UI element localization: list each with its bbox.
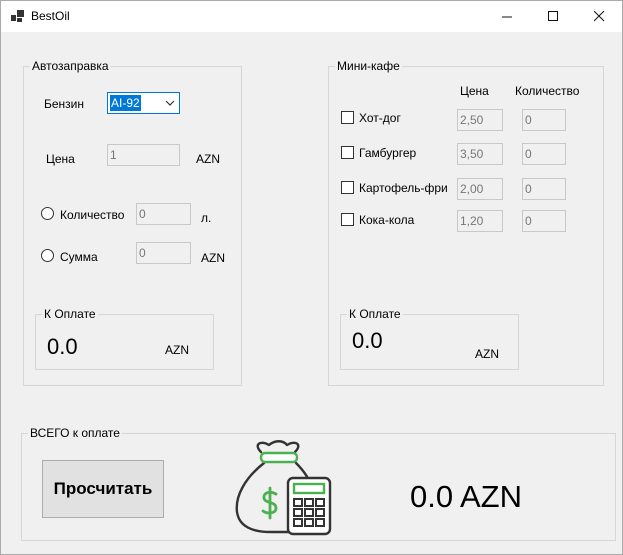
fuel-group-legend: Автозаправка (30, 59, 111, 73)
hotdog-checkbox[interactable] (341, 111, 354, 124)
grand-total-value: 0.0 AZN (410, 479, 522, 514)
fries-checkbox[interactable] (341, 181, 354, 194)
money-bag-calculator-icon (235, 440, 332, 536)
hamburger-price-field (457, 143, 503, 165)
fuel-payment-value: 0.0 (47, 334, 78, 359)
calculate-button[interactable]: Просчитать (42, 460, 164, 518)
hotdog-quantity-field[interactable] (522, 109, 566, 131)
chevron-down-icon (165, 100, 175, 106)
quantity-radio-label[interactable]: Количество (60, 208, 124, 222)
sum-radio[interactable] (41, 249, 54, 262)
maximize-icon (547, 11, 558, 21)
fuel-price-currency: AZN (196, 152, 220, 166)
sum-radio-label[interactable]: Сумма (60, 250, 98, 264)
hotdog-label[interactable]: Хот-дог (359, 111, 401, 125)
window-title: BestOil (31, 9, 70, 23)
cafe-quantity-header: Количество (515, 84, 580, 98)
hotdog-price-field (457, 109, 503, 131)
cafe-group-legend: Мини-кафе (335, 59, 402, 73)
fuel-quantity-unit: л. (201, 211, 212, 225)
quantity-radio[interactable] (41, 207, 54, 220)
maximize-button[interactable] (530, 1, 576, 32)
fuel-type-value: AI-92 (110, 95, 141, 111)
fuel-price-field (107, 144, 180, 166)
fuel-quantity-field[interactable] (136, 203, 191, 225)
minimize-button[interactable] (484, 1, 530, 32)
cola-quantity-field[interactable] (522, 210, 566, 232)
fuel-sum-currency: AZN (201, 251, 225, 265)
app-icon (11, 10, 25, 22)
fuel-type-select[interactable]: AI-92 (107, 92, 180, 114)
fuel-type-label: Бензин (44, 97, 85, 111)
cola-checkbox[interactable] (341, 213, 354, 226)
cola-price-field (457, 210, 503, 232)
cola-label[interactable]: Кока-кола (359, 213, 414, 227)
cafe-payment-value: 0.0 (352, 328, 383, 353)
hamburger-checkbox[interactable] (341, 146, 354, 159)
cafe-price-header: Цена (460, 84, 489, 98)
fuel-price-label: Цена (46, 152, 75, 166)
total-group-legend: ВСЕГО к оплате (28, 426, 122, 440)
close-button[interactable] (576, 1, 622, 32)
cafe-payment-currency: AZN (475, 347, 499, 361)
fuel-sum-field[interactable] (136, 242, 191, 264)
fuel-payment-legend: К Оплате (42, 307, 98, 321)
title-bar: BestOil (1, 1, 622, 32)
close-icon (593, 11, 604, 22)
fries-quantity-field[interactable] (522, 178, 566, 200)
minimize-icon (501, 16, 512, 18)
fries-label[interactable]: Картофель-фри (359, 181, 448, 195)
hamburger-label[interactable]: Гамбургер (359, 146, 416, 160)
app-window: BestOil Автозаправка Бензин AI-92 Цена A… (0, 0, 623, 555)
hamburger-quantity-field[interactable] (522, 143, 566, 165)
fuel-payment-currency: AZN (165, 343, 189, 357)
fries-price-field (457, 178, 503, 200)
cafe-payment-legend: К Оплате (347, 307, 403, 321)
